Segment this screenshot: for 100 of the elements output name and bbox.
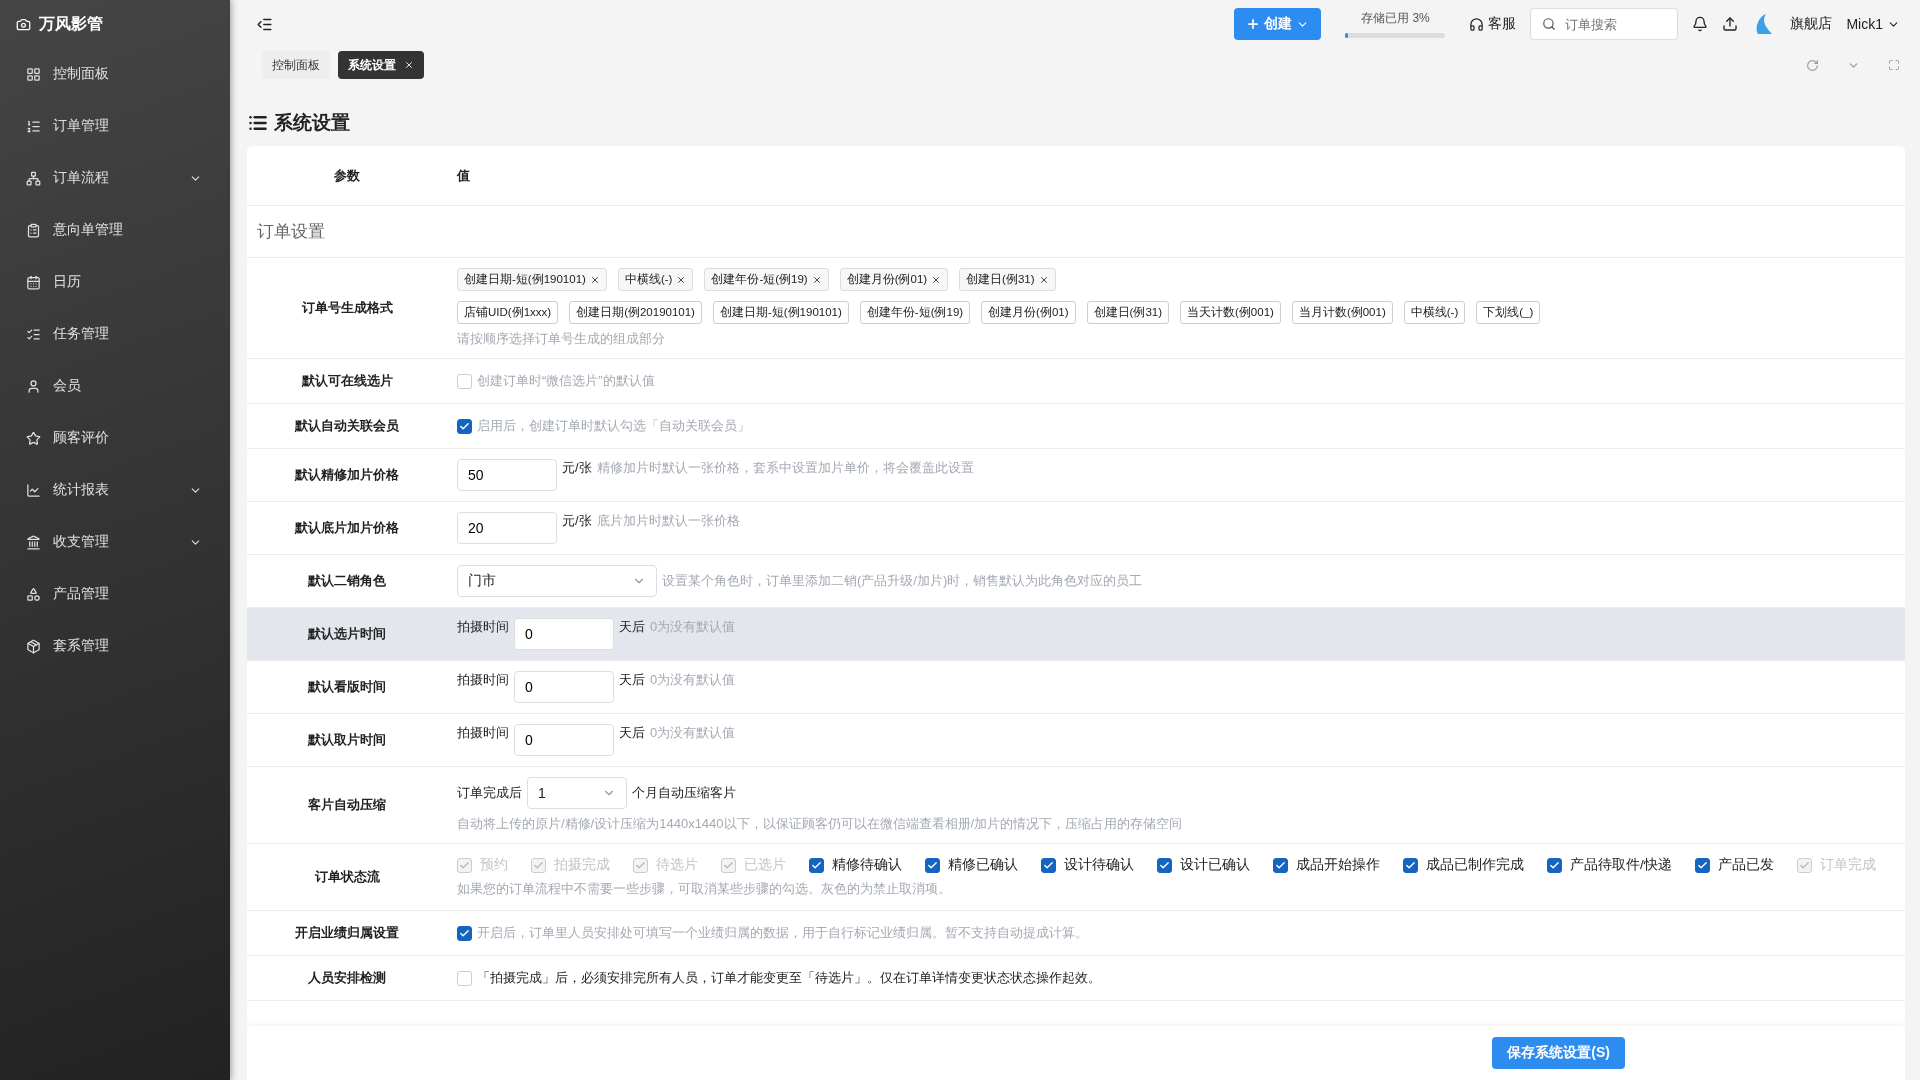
check-icon [927,859,938,871]
step-label: 待选片 [656,856,698,874]
step-label: 产品已发 [1717,856,1774,874]
step-label: 预约 [480,856,508,874]
check-icon [1275,859,1286,871]
search-field[interactable]: 订单搜索 [1530,8,1679,40]
format-option[interactable]: 下划线(_) [1476,301,1541,324]
format-option[interactable]: 中横线(-) [1403,301,1466,324]
checkbox[interactable] [925,857,940,873]
sidebar-item[interactable]: 会员 [0,360,230,412]
sidebar-item[interactable]: 套系管理 [0,620,230,672]
sidebar-item[interactable]: 订单流程 [0,152,230,204]
page-tab[interactable]: 控制面板 [262,51,330,79]
days-input[interactable]: 0 [514,724,614,756]
list-icon [26,118,41,134]
check-icon [1696,859,1708,871]
format-tag[interactable]: 创建日(例31) [959,268,1056,291]
format-option[interactable]: 创建日期-短(例190101) [712,301,849,324]
check-icon [811,859,822,871]
close-icon[interactable] [811,274,822,285]
setting-label: 默认自动关联会员 [293,417,400,435]
role-select[interactable]: 门市 [457,565,657,597]
checkbox[interactable] [1273,857,1288,873]
fullscreen-icon[interactable] [1888,59,1900,71]
suffix-text: 天后 [619,671,645,689]
step-label: 精修待确认 [832,856,902,874]
checkbox[interactable] [457,418,472,434]
checkbox[interactable] [457,925,472,941]
close-icon[interactable] [589,274,600,285]
check-icon [459,420,470,432]
check-icon [533,859,544,871]
user-menu[interactable]: Mick1 [1846,16,1900,32]
price-input[interactable]: 20 [457,512,557,544]
user-icon [26,378,41,394]
format-option[interactable]: 创建日期(例20190101) [569,301,702,324]
setting-label: 默认可在线选片 [300,372,394,390]
hint-text: 0为没有默认值 [650,724,736,742]
check-icon [723,859,734,871]
format-option[interactable]: 创建年份-短(例19) [859,301,971,324]
days-input[interactable]: 0 [514,671,614,703]
hint-text: 自动将上传的原片/精修/设计压缩为1440x1440以下，以保证顾客仍可以在微信端查看相册/加片的情况下，压缩占用的存储空间 [457,815,1183,833]
close-icon[interactable] [404,60,414,70]
format-option[interactable]: 当天计数(例001) [1180,301,1281,324]
check-icon [1405,859,1416,871]
checkbox[interactable] [1157,857,1172,873]
sidebar-item[interactable]: 订单管理 [0,100,230,152]
upload-icon[interactable] [1722,16,1739,32]
plus-icon [1246,17,1261,31]
setting-label: 订单号生成格式 [300,299,394,317]
prefix-text: 订单完成后 [457,784,522,802]
prefix-text: 拍摄时间 [457,724,509,742]
format-option[interactable]: 店铺UID(例1xxx) [457,301,559,324]
bell-icon[interactable] [1692,16,1709,32]
camera-icon [16,16,31,32]
checkbox[interactable] [1403,857,1418,873]
setting-label: 默认二销角色 [306,572,387,590]
page-title: 系统设置 [274,111,350,135]
close-icon[interactable] [1038,274,1049,285]
sidebar-item[interactable]: 统计报表 [0,464,230,516]
setting-text: 「拍摄完成」后，必须安排完所有人员，订单才能变更至「待选片」。仅在订单详情变更状态状态操作起效。 [477,969,1101,987]
format-tag[interactable]: 创建月份(例01) [839,268,949,291]
step-label: 设计已确认 [1180,856,1250,874]
step-label: 成品开始操作 [1296,856,1380,874]
sidebar-item[interactable]: 任务管理 [0,308,230,360]
check-icon [1549,859,1560,871]
format-tag[interactable]: 中横线(-) [617,268,694,291]
box-icon [26,638,41,654]
service-link[interactable]: 客服 [1469,15,1517,33]
headset-icon [1469,16,1485,32]
setting-label: 开启业绩归属设置 [294,924,400,942]
hint-text: 0为没有默认值 [650,618,736,636]
checkbox[interactable] [1041,857,1056,873]
brand-name: 万风影管 [39,13,103,34]
close-icon[interactable] [931,274,942,285]
format-option[interactable]: 当月计数(例001) [1291,301,1393,324]
sidebar-item[interactable]: 日历 [0,256,230,308]
format-tag[interactable]: 创建日期-短(例190101) [457,268,607,291]
days-input[interactable]: 0 [514,618,614,650]
sidebar-item[interactable]: 产品管理 [0,568,230,620]
star-icon [26,430,41,446]
close-icon[interactable] [676,274,687,285]
format-tag[interactable]: 创建年份-短(例19) [704,268,829,291]
checkbox[interactable] [1547,857,1562,873]
sidebar-item[interactable]: 顾客评价 [0,412,230,464]
check-icon [459,859,470,871]
line-chart-icon [26,482,41,498]
prefix-text: 拍摄时间 [457,618,509,636]
store-name[interactable]: 旗舰店 [1790,15,1833,33]
sidebar-item[interactable]: 收支管理 [0,516,230,568]
unit-text: 元/张 [562,512,592,530]
check-icon [459,927,470,939]
months-select[interactable]: 1 [527,777,627,809]
format-option[interactable]: 创建月份(例01) [981,301,1076,324]
format-option[interactable]: 创建日(例31) [1086,301,1169,324]
checkbox[interactable] [1694,857,1710,873]
checkbox[interactable] [809,857,824,873]
sidebar-item[interactable]: 意向单管理 [0,204,230,256]
price-input[interactable]: 50 [457,459,557,491]
page-tab[interactable]: 系统设置 [338,51,424,79]
sidebar-item[interactable]: 控制面板 [0,48,230,100]
